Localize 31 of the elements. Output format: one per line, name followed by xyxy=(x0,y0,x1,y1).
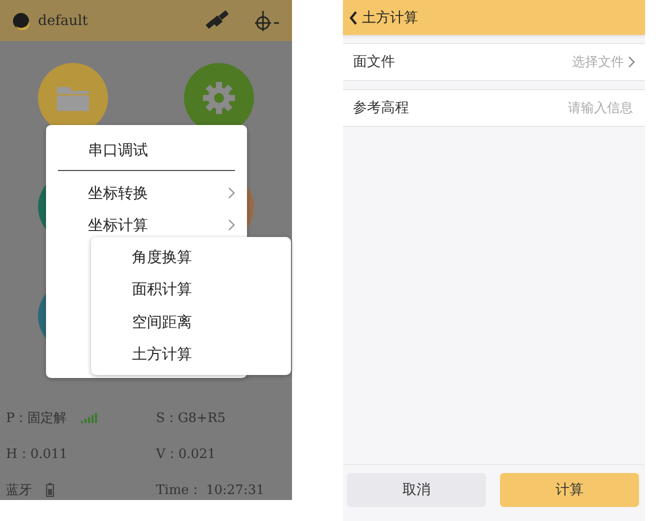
field-label: 面文件 xyxy=(353,53,395,71)
chevron-right-icon xyxy=(228,219,235,231)
menu-item[interactable]: 土方计算 xyxy=(91,338,291,371)
folder-icon xyxy=(57,85,89,111)
chevron-right-icon xyxy=(228,187,235,199)
input-field[interactable]: 请输入信息 xyxy=(525,100,635,116)
project-name: default xyxy=(38,12,89,28)
status-text: Time： 10:27:31 xyxy=(156,482,264,499)
chevron-right-icon xyxy=(628,56,635,68)
cancel-button[interactable]: 取消 xyxy=(347,473,486,507)
field-label: 参考高程 xyxy=(353,99,409,117)
menu-item[interactable]: 面积计算 xyxy=(91,274,291,306)
status-text: 蓝牙 xyxy=(6,482,32,499)
status-text: V：0.021 xyxy=(156,446,216,463)
signal-icon xyxy=(80,413,99,423)
menu-item[interactable]: 坐标转换 xyxy=(58,177,235,209)
menu-item[interactable]: 空间距离 xyxy=(91,306,291,338)
crosshair-icon[interactable] xyxy=(252,8,280,32)
status-text: H：0.011 xyxy=(6,446,68,463)
page-title: 土方计算 xyxy=(362,8,418,26)
app-logo-icon xyxy=(12,12,30,30)
status-text: S：G8+R5 xyxy=(156,410,226,427)
status-text: P：固定解 xyxy=(6,410,67,427)
menu-item[interactable]: 角度换算 xyxy=(91,241,291,274)
gear-icon xyxy=(202,81,236,115)
back-icon[interactable] xyxy=(349,10,358,24)
battery-icon xyxy=(46,483,54,497)
menu-item[interactable]: 串口调试 xyxy=(58,131,235,171)
menu-item[interactable]: 坐标计算 xyxy=(58,209,235,241)
satellite-icon[interactable] xyxy=(204,10,230,32)
calculate-button[interactable]: 计算 xyxy=(500,473,639,507)
